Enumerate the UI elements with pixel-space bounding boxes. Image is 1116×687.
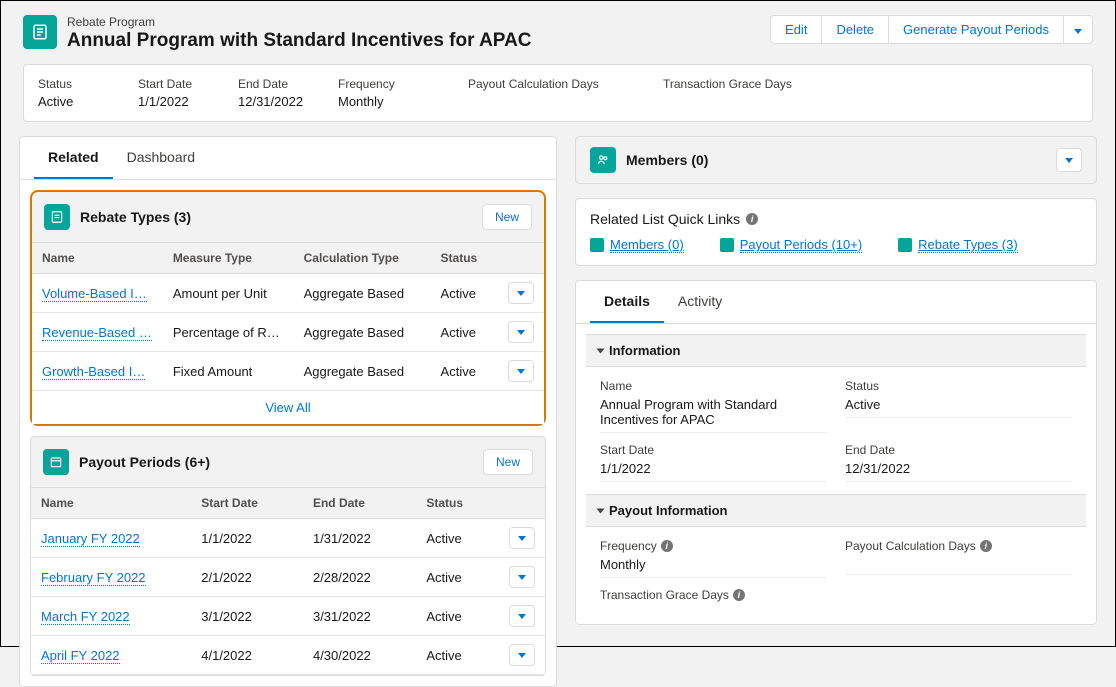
rebate-types-title[interactable]: Rebate Types (3) [80,209,191,225]
tab-dashboard[interactable]: Dashboard [113,137,210,179]
chevron-down-icon [597,348,605,353]
row-menu-button[interactable] [509,527,535,549]
payout-periods-card: Payout Periods (6+) New Name Start Date … [30,436,546,676]
chevron-down-icon [597,508,605,513]
payout-periods-title[interactable]: Payout Periods (6+) [79,454,210,470]
tab-related[interactable]: Related [34,137,113,179]
summary-start-value: 1/1/2022 [138,94,210,109]
quicklink-members[interactable]: Members (0) [590,237,684,253]
row-menu-button[interactable] [509,605,535,627]
field-status-value[interactable]: Active [845,397,1072,418]
summary-freq-value: Monthly [338,94,440,109]
rebate-program-icon [23,15,57,49]
payout-period-link[interactable]: January FY 2022 [31,519,191,558]
section-payout-information[interactable]: Payout Information [586,494,1086,527]
rebate-type-link[interactable]: Growth-Based I… [32,352,163,391]
field-name-label: Name [600,379,827,393]
field-calc-label: Payout Calculation Days [845,539,976,553]
field-end-label: End Date [845,443,1072,457]
members-card: Members (0) [575,136,1097,184]
table-row: February FY 20222/1/20222/28/2022Active [31,558,545,597]
col-name[interactable]: Name [31,488,191,519]
col-start[interactable]: Start Date [191,488,303,519]
payout-periods-icon [43,449,69,475]
field-name-value[interactable]: Annual Program with Standard Incentives … [600,397,827,433]
field-end-value[interactable]: 12/31/2022 [845,461,1072,482]
summary-end-value: 12/31/2022 [238,94,310,109]
summary-bar: Status Active Start Date 1/1/2022 End Date… [23,64,1093,122]
col-name[interactable]: Name [32,243,163,274]
col-status[interactable]: Status [416,488,499,519]
quicklink-rebate-types[interactable]: Rebate Types (3) [898,237,1017,253]
object-label: Rebate Program [67,15,532,29]
info-icon[interactable]: i [661,540,673,552]
field-start-value[interactable]: 1/1/2022 [600,461,827,482]
rebate-icon [898,238,912,252]
col-status[interactable]: Status [431,243,498,274]
row-menu-button[interactable] [509,566,535,588]
col-end[interactable]: End Date [303,488,416,519]
field-grace-label: Transaction Grace Days [600,588,729,602]
field-calc-value[interactable] [845,557,1072,575]
generate-payout-periods-button[interactable]: Generate Payout Periods [889,15,1064,44]
table-row: April FY 20224/1/20224/30/2022Active [31,636,545,675]
table-row: Volume-Based I…Amount per UnitAggregate … [32,274,544,313]
col-measure[interactable]: Measure Type [163,243,294,274]
table-row: January FY 20221/1/20221/31/2022Active [31,519,545,558]
info-icon[interactable]: i [746,213,758,225]
caret-down-icon [1074,29,1082,34]
members-icon [590,238,604,252]
col-calc[interactable]: Calculation Type [294,243,431,274]
summary-end-label: End Date [238,77,310,91]
payout-period-link[interactable]: April FY 2022 [31,636,191,675]
more-actions-button[interactable] [1064,15,1093,44]
field-status-label: Status [845,379,1072,393]
summary-status-value: Active [38,94,110,109]
rebate-types-icon [44,204,70,230]
row-menu-button[interactable] [508,282,534,304]
quick-links-title: Related List Quick Links [590,211,740,227]
table-row: March FY 20223/1/20223/31/2022Active [31,597,545,636]
summary-start-label: Start Date [138,77,210,91]
rebate-type-link[interactable]: Volume-Based I… [32,274,163,313]
members-icon [590,147,616,173]
payout-period-link[interactable]: March FY 2022 [31,597,191,636]
summary-freq-label: Frequency [338,77,440,91]
edit-button[interactable]: Edit [770,15,822,44]
payout-icon [720,238,734,252]
rebate-type-link[interactable]: Revenue-Based … [32,313,163,352]
field-freq-label: Frequency [600,539,657,553]
row-menu-button[interactable] [508,321,534,343]
field-freq-value[interactable]: Monthly [600,557,827,578]
tab-activity[interactable]: Activity [664,281,736,323]
table-row: Growth-Based I…Fixed AmountAggregate Bas… [32,352,544,391]
table-row: Revenue-Based …Percentage of Re…Aggregat… [32,313,544,352]
info-icon[interactable]: i [733,589,745,601]
summary-grace-label: Transaction Grace Days [663,77,792,91]
row-menu-button[interactable] [509,644,535,666]
row-menu-button[interactable] [508,360,534,382]
summary-calc-label: Payout Calculation Days [468,77,635,91]
payout-periods-new-button[interactable]: New [483,449,533,475]
section-information[interactable]: Information [586,334,1086,367]
members-title[interactable]: Members (0) [626,152,708,168]
page-title: Annual Program with Standard Incentives … [67,30,532,52]
tab-details[interactable]: Details [590,281,664,323]
view-all-link[interactable]: View All [265,400,310,415]
rebate-types-new-button[interactable]: New [482,204,532,230]
payout-period-link[interactable]: February FY 2022 [31,558,191,597]
delete-button[interactable]: Delete [822,15,889,44]
rebate-types-card: Rebate Types (3) New Name Measure Type C… [30,190,546,426]
quicklink-payout-periods[interactable]: Payout Periods (10+) [720,237,862,253]
field-start-label: Start Date [600,443,827,457]
info-icon[interactable]: i [980,540,992,552]
summary-status-label: Status [38,77,110,91]
quick-links-card: Related List Quick Links i Members (0) Pa… [575,198,1097,266]
members-menu-button[interactable] [1056,148,1082,172]
